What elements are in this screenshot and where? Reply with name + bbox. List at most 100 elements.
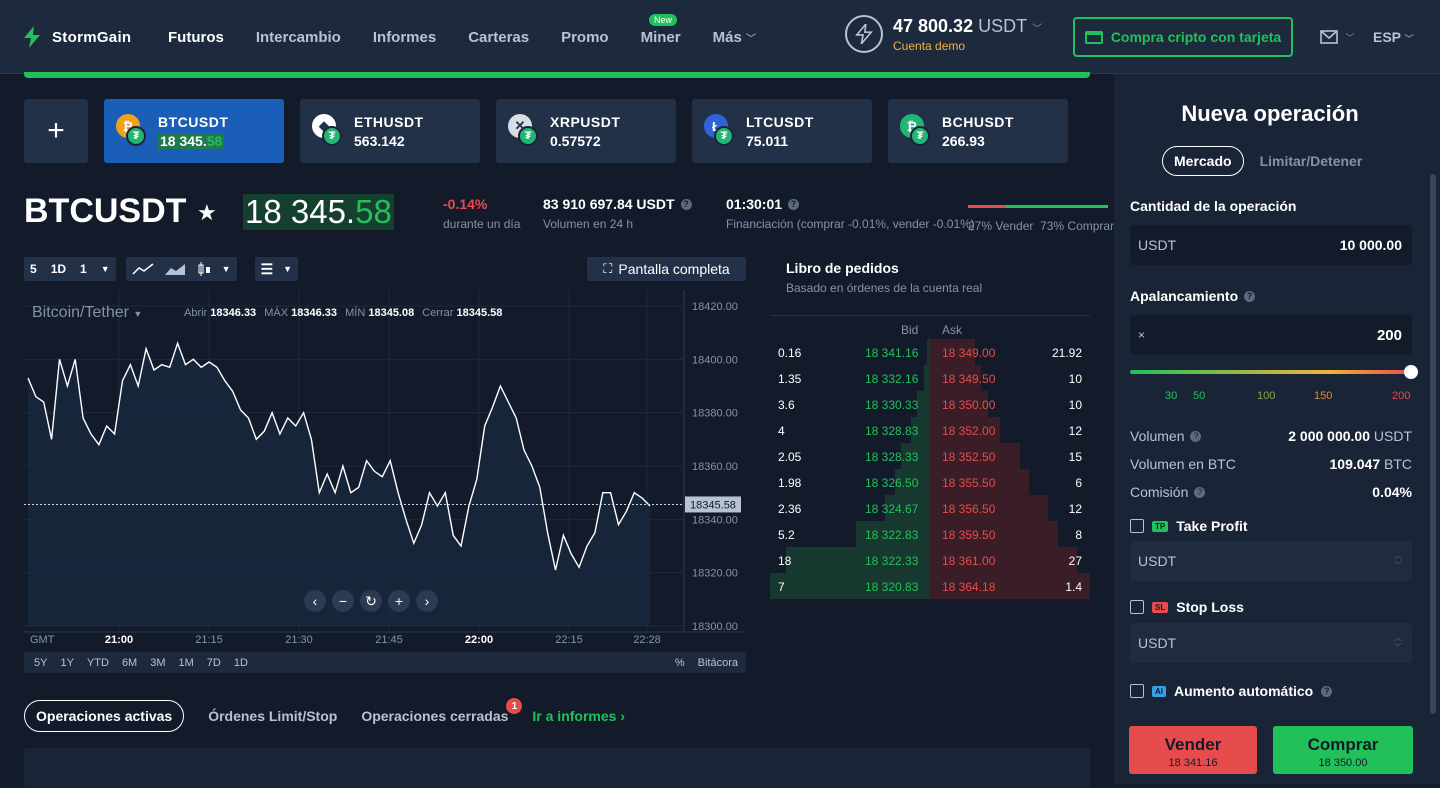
spinner-icon[interactable]: ︿ ﹀ [1394,633,1402,653]
ticker-card-ethusdt[interactable]: ◆ ₮ ETHUSDT 563.142 [300,99,480,163]
stop-loss-toggle[interactable]: SL Stop Loss [1130,599,1244,615]
percent-scale-toggle[interactable]: % [675,657,685,669]
nav-mas[interactable]: Más ﹀ [713,29,756,46]
buy-label: Comprar [1307,735,1379,754]
lev-tick-50[interactable]: 50 [1193,390,1205,402]
log-scale-toggle[interactable]: Bitácora [698,657,738,669]
nav-promo[interactable]: Promo [561,29,609,46]
tab-active-trades[interactable]: Operaciones activas [24,700,185,732]
take-profit-checkbox[interactable] [1130,519,1144,533]
interval-5[interactable]: 5 [30,262,37,276]
lev-tick-30[interactable]: 30 [1165,390,1177,402]
reset-icon[interactable]: ↻ [360,590,382,612]
favorite-star-icon[interactable]: ★ [197,200,217,226]
caret-down-icon[interactable]: ▼ [101,264,110,274]
ticker-price: 266.93 [942,132,985,149]
zoom-in-icon[interactable]: + [388,590,410,612]
account-balance[interactable]: 47 800.32 USDT ﹀ Cuenta demo [845,15,1042,53]
reports-link[interactable]: Ir a informes › [532,708,625,724]
auto-increase-toggle[interactable]: AI Aumento automático? [1130,683,1333,699]
take-profit-input[interactable]: USDT ︿ ﹀ [1130,541,1412,581]
lev-tick-100[interactable]: 100 [1257,390,1275,402]
orderbook-row[interactable]: 1.35 18 332.16 18 349.50 10 [770,365,1090,391]
area-chart-icon[interactable] [164,262,186,276]
ticker-card-xrpusdt[interactable]: ✕ ₮ XRPUSDT 0.57572 [496,99,676,163]
stop-loss-input[interactable]: USDT ︿ ﹀ [1130,623,1412,663]
help-icon[interactable]: ? [680,199,692,210]
scroll-right-icon[interactable]: › [416,590,438,612]
scroll-left-icon[interactable]: ‹ [304,590,326,612]
tab-limit-stop-orders[interactable]: Órdenes Limit/Stop [208,708,337,724]
leverage-slider-handle[interactable] [1404,365,1418,379]
period-3m[interactable]: 3M [150,657,165,669]
bitcoin-icon: ₿ ₮ [116,114,146,148]
add-ticker-button[interactable]: + [24,99,88,163]
buy-crypto-card-button[interactable]: Compra cripto con tarjeta [1073,17,1293,57]
caret-down-icon[interactable]: ▼ [222,264,231,274]
price-chart[interactable]: 18420.00 18400.00 18380.00 18360.00 18340.00… [24,290,746,673]
take-profit-toggle[interactable]: TP Take Profit [1130,518,1248,534]
chart-pair-selector[interactable]: Bitcoin/Tether ▼ [32,304,142,322]
interval-1d[interactable]: 1D [51,262,66,276]
stop-loss-checkbox[interactable] [1130,600,1144,614]
stormgain-logo[interactable]: StormGain [22,26,131,48]
orderbook-row[interactable]: 18 18 322.33 18 361.00 27 [770,547,1090,573]
orderbook-row[interactable]: 1.98 18 326.50 18 355.50 6 [770,469,1090,495]
bid-price: 18 320.83 [865,580,919,594]
candlestick-icon[interactable] [196,261,212,277]
mode-limit-stop[interactable]: Limitar/Detener [1260,153,1363,169]
sell-button[interactable]: Vender 18 341.16 [1129,726,1257,774]
mail-icon[interactable]: ﹀ [1320,30,1354,49]
period-1m[interactable]: 1M [179,657,194,669]
period-ytd[interactable]: YTD [87,657,109,669]
help-icon[interactable]: ? [1190,431,1202,442]
col-bid: Bid [901,323,919,337]
orderbook-row[interactable]: 4 18 328.83 18 352.00 12 [770,417,1090,443]
orderbook-row[interactable]: 2.05 18 328.33 18 352.50 15 [770,443,1090,469]
promo-banner-strip[interactable] [24,72,1090,78]
line-chart-icon[interactable] [132,262,154,276]
scrollbar-thumb[interactable] [1430,174,1436,714]
orderbook-row[interactable]: 3.6 18 330.33 18 350.00 10 [770,391,1090,417]
period-5y[interactable]: 5Y [34,657,47,669]
auto-increase-checkbox[interactable] [1130,684,1144,698]
help-icon[interactable]: ? [1321,685,1333,697]
zoom-out-icon[interactable]: − [332,590,354,612]
orderbook-row[interactable]: 7 18 320.83 18 364.18 1.4 [770,573,1090,599]
period-6m[interactable]: 6M [122,657,137,669]
orderbook-row[interactable]: 5.2 18 322.83 18 359.50 8 [770,521,1090,547]
nav-miner[interactable]: Miner [641,29,681,46]
period-7d[interactable]: 7D [207,657,221,669]
fullscreen-button[interactable]: ⛶ Pantalla completa [587,257,746,281]
spinner-icon[interactable]: ︿ ﹀ [1394,551,1402,571]
bitcoincash-icon: ₿ ₮ [900,114,930,148]
indicators-group[interactable]: ☰ ▼ [254,257,299,281]
page-scrollbar[interactable] [1426,74,1440,784]
orderbook-row[interactable]: 2.36 18 324.67 18 356.50 12 [770,495,1090,521]
volume-24h: 83 910 697.84 USDT? Volumen en 24 h [543,196,692,231]
lev-tick-200[interactable]: 200 [1392,390,1410,402]
leverage-slider[interactable] [1130,365,1418,379]
nav-intercambio[interactable]: Intercambio [256,29,341,46]
nav-futuros[interactable]: Futuros [168,29,224,46]
nav-carteras[interactable]: Carteras [468,29,529,46]
period-1d[interactable]: 1D [234,657,248,669]
leverage-input[interactable]: × 200 [1130,315,1412,355]
lev-tick-150[interactable]: 150 [1314,390,1332,402]
help-icon[interactable]: ? [788,199,800,210]
help-icon[interactable]: ? [1194,487,1206,498]
mode-market[interactable]: Mercado [1162,146,1244,176]
buy-button[interactable]: Comprar 18 350.00 [1273,726,1413,774]
help-icon[interactable]: ? [1244,291,1256,302]
language-selector[interactable]: ESP ﹀ [1373,29,1414,45]
volume-row: Volumen? 2 000 000.00 USDT [1130,428,1412,444]
ticker-card-btcusdt[interactable]: ₿ ₮ BTCUSDT 18 345.58 [104,99,284,163]
ticker-card-ltcusdt[interactable]: Ł ₮ LTCUSDT 75.011 [692,99,872,163]
nav-informes[interactable]: Informes [373,29,436,46]
interval-1[interactable]: 1 [80,262,87,276]
ticker-card-bchusdt[interactable]: ₿ ₮ BCHUSDT 266.93 [888,99,1068,163]
period-1y[interactable]: 1Y [60,657,73,669]
amount-input[interactable]: USDT 10 000.00 [1130,225,1412,265]
orderbook-row[interactable]: 0.16 18 341.16 18 349.00 21.92 [770,339,1090,365]
tab-closed-trades[interactable]: Operaciones cerradas 1 [361,698,523,724]
